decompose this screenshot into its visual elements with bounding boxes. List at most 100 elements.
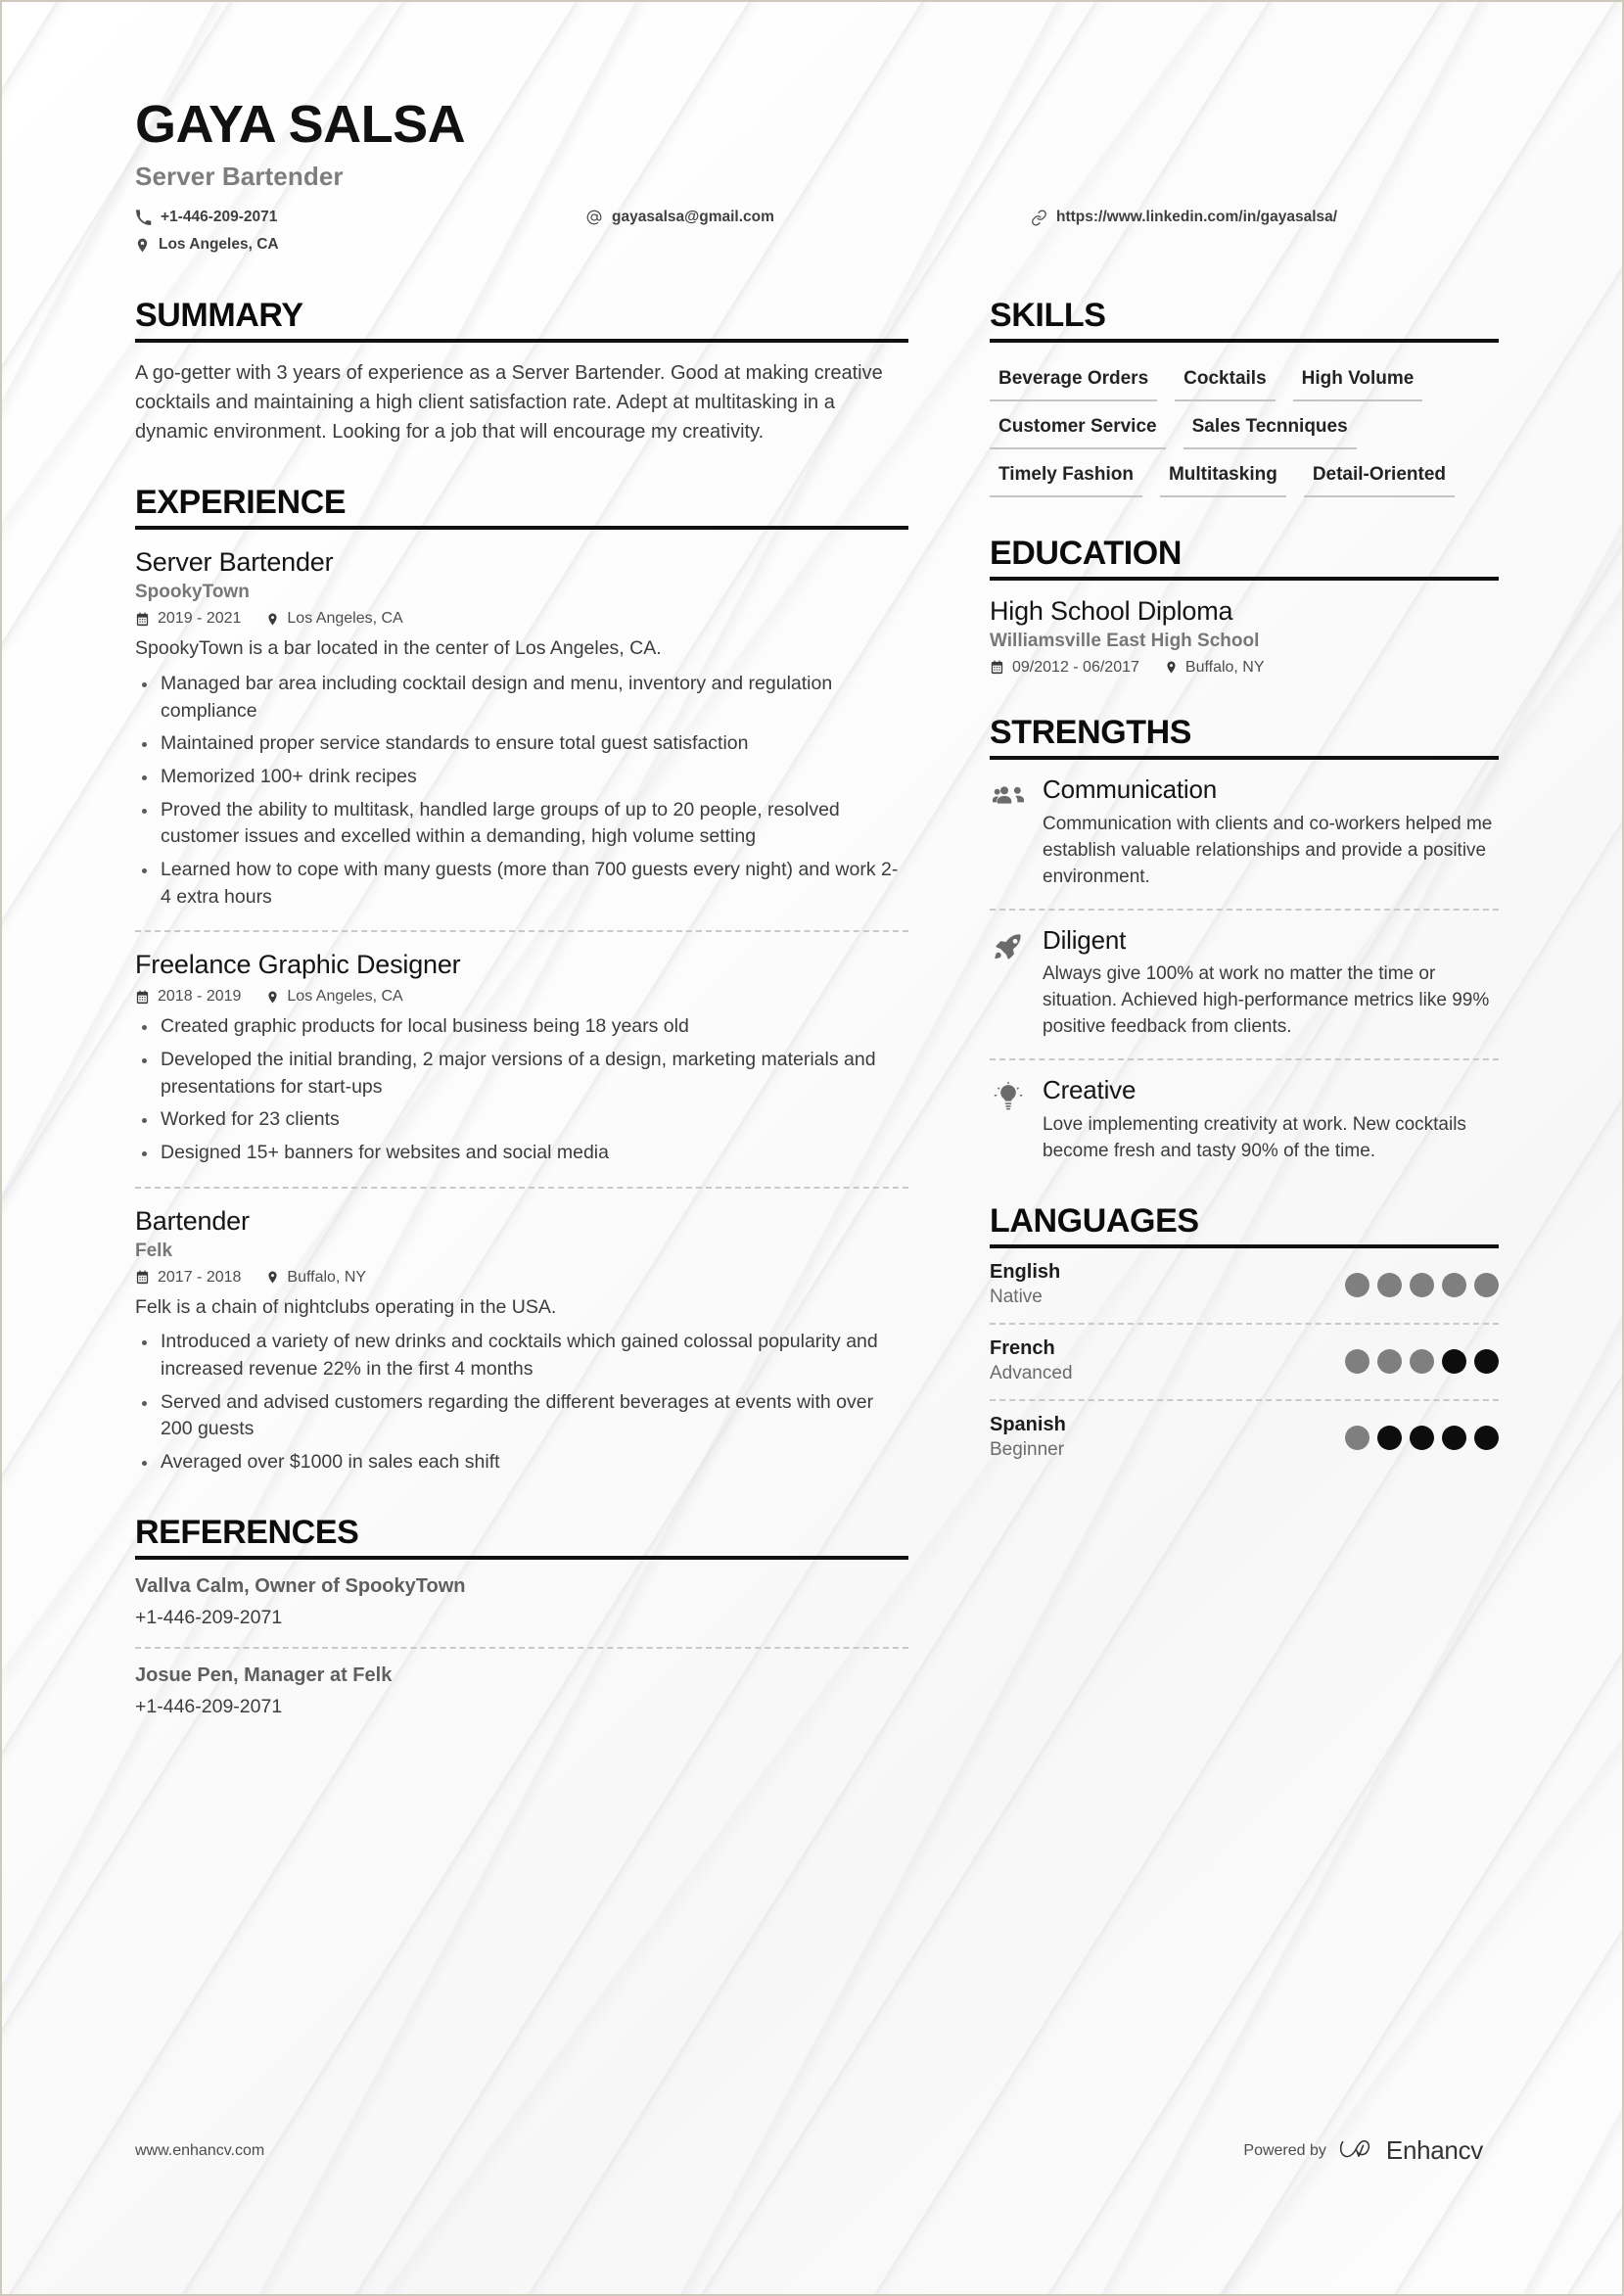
- strength-name: Creative: [1043, 1075, 1137, 1105]
- strength-name: Diligent: [1043, 924, 1127, 955]
- date-text: 09/2012 - 06/2017: [1012, 658, 1139, 676]
- experience-list: Server Bartender SpookyTown 2019 - 2021 Los…: [135, 530, 908, 1476]
- job-bullet-list: Managed bar area including cocktail desi…: [135, 671, 908, 912]
- job-location: Buffalo, NY: [1165, 659, 1265, 677]
- contact-linkedin[interactable]: https://www.linkedin.com/in/gayasalsa/: [1031, 209, 1483, 226]
- language-name: Spanish: [990, 1414, 1066, 1436]
- job-location: Los Angeles, CA: [266, 988, 403, 1006]
- contact-email[interactable]: gayasalsa@gmail.com: [585, 209, 1031, 226]
- rating-dot-filled: [1377, 1348, 1402, 1374]
- experience-entry: Bartender Felk 2017 - 2018 Buffalo, NY Felk …: [135, 1189, 908, 1476]
- skill-tag: Detail-Oriented: [1303, 456, 1456, 498]
- job-description: Felk is a chain of nightclubs operating …: [135, 1295, 557, 1318]
- job-bullet: Worked for 23 clients: [135, 1106, 908, 1134]
- skill-tag: Multitasking: [1159, 456, 1286, 498]
- section-languages: LANGUAGES English Native French Advanced Spa…: [990, 1204, 1499, 1461]
- calendar-icon: [990, 660, 1004, 675]
- skill-tag: Customer Service: [990, 408, 1166, 450]
- education-degree: High School Diploma: [990, 596, 1233, 627]
- job-title: Freelance Graphic Designer: [135, 950, 461, 980]
- reference-name: Vallva Calm, Owner of SpookyTown: [135, 1574, 466, 1597]
- education-divider: [990, 577, 1499, 582]
- location-text: Los Angeles, CA: [287, 988, 403, 1006]
- education-school: Williamsville East High School: [990, 630, 1260, 651]
- reference-phone: +1-446-209-2071: [135, 1606, 283, 1628]
- meta-row: 2019 - 2021 Los Angeles, CA: [135, 610, 908, 628]
- reference-entry: Vallva Calm, Owner of SpookyTown +1-446-2…: [135, 1560, 908, 1629]
- location-text: Buffalo, NY: [1184, 658, 1265, 676]
- powered-by-label: Powered by: [1243, 2141, 1326, 2159]
- languages-heading: LANGUAGES: [990, 1202, 1199, 1241]
- enhancv-logo-icon: [1339, 2134, 1378, 2167]
- date-range: 09/2012 - 06/2017: [990, 659, 1139, 677]
- job-bullet: Served and advised customers regarding t…: [135, 1389, 908, 1443]
- section-education: EDUCATION High School Diploma Williamsvil…: [990, 537, 1499, 676]
- job-company: Felk: [135, 1240, 173, 1261]
- location-text: Los Angeles, CA: [159, 236, 279, 254]
- education-entry: High School Diploma Williamsville East Hi…: [990, 595, 1499, 676]
- map-pin-icon: [266, 990, 279, 1005]
- language-info: French Advanced: [990, 1337, 1073, 1384]
- job-location: Los Angeles, CA: [266, 610, 403, 628]
- phone-text: +1-446-209-2071: [161, 209, 278, 226]
- job-company: SpookyTown: [135, 582, 250, 603]
- summary-heading: SUMMARY: [135, 297, 303, 335]
- job-bullet: Managed bar area including cocktail desi…: [135, 671, 908, 725]
- rating-dot-filled: [1345, 1348, 1369, 1374]
- languages-list: English Native French Advanced Spanish Beginn…: [990, 1248, 1499, 1461]
- rating-dot-empty: [1442, 1425, 1466, 1450]
- rating-dot-filled: [1442, 1272, 1466, 1297]
- rating-dot-filled: [1410, 1348, 1434, 1374]
- skills-list: Beverage Orders Cocktails High Volume Custo…: [990, 360, 1499, 498]
- job-bullet: Created graphic products for local busin…: [135, 1013, 908, 1041]
- job-bullet: Introduced a variety of new drinks and c…: [135, 1329, 908, 1382]
- resume-footer: www.enhancv.com Powered by Enhancv: [135, 2134, 1483, 2167]
- rating-dot-empty: [1377, 1425, 1402, 1450]
- resume-header: GAYA SALSA Server Bartender +1-446-209-2…: [135, 96, 1483, 254]
- language-rating: [1345, 1348, 1499, 1374]
- skill-tag: Beverage Orders: [990, 360, 1158, 402]
- section-strengths: STRENGTHS Communication Communication wit…: [990, 716, 1499, 1165]
- job-bullet: Averaged over $1000 in sales each shift: [135, 1449, 908, 1476]
- language-entry: Spanish Beginner: [990, 1401, 1499, 1461]
- job-bullet: Developed the initial branding, 2 major …: [135, 1047, 908, 1101]
- meta-row: 09/2012 - 06/2017 Buffalo, NY: [990, 659, 1499, 677]
- rating-dot-empty: [1474, 1348, 1499, 1374]
- contact-phone[interactable]: +1-446-209-2071: [135, 209, 585, 226]
- references-heading: REFERENCES: [135, 1513, 359, 1551]
- rating-dot-filled: [1345, 1272, 1369, 1297]
- skill-tag: Timely Fashion: [990, 456, 1142, 498]
- rating-dot-filled: [1410, 1272, 1434, 1297]
- strength-entry: Diligent Always give 100% at work no matt…: [990, 911, 1499, 1042]
- footer-url[interactable]: www.enhancv.com: [135, 2142, 264, 2160]
- job-bullet: Maintained proper service standards to e…: [135, 730, 908, 758]
- enhancv-wordmark: Enhancv: [1385, 2135, 1483, 2165]
- meta-row: 2017 - 2018 Buffalo, NY: [135, 1269, 908, 1287]
- rating-dot-filled: [1377, 1272, 1402, 1297]
- map-pin-icon: [1165, 660, 1178, 675]
- section-references: REFERENCES Vallva Calm, Owner of SpookyT…: [135, 1516, 908, 1718]
- candidate-role: Server Bartender: [135, 162, 344, 192]
- footer-branding: Powered by Enhancv: [1243, 2134, 1483, 2167]
- section-skills: SKILLS Beverage Orders Cocktails High Volu…: [990, 299, 1499, 498]
- strengths-heading: STRENGTHS: [990, 713, 1192, 751]
- lightbulb-icon: [990, 1076, 1027, 1165]
- language-rating: [1345, 1425, 1499, 1450]
- job-bullet: Designed 15+ banners for websites and so…: [135, 1140, 908, 1167]
- resume-page: GAYA SALSA Server Bartender +1-446-209-2…: [0, 0, 1624, 2296]
- reference-entry: Josue Pen, Manager at Felk +1-446-209-207…: [135, 1649, 908, 1718]
- language-level: Advanced: [990, 1363, 1073, 1384]
- language-level: Beginner: [990, 1439, 1065, 1461]
- job-bullet: Learned how to cope with many guests (mo…: [135, 857, 908, 911]
- experience-entry: Server Bartender SpookyTown 2019 - 2021 Los…: [135, 530, 908, 911]
- language-rating: [1345, 1272, 1499, 1297]
- reference-phone: +1-446-209-2071: [135, 1695, 283, 1717]
- date-range: 2018 - 2019: [135, 988, 241, 1006]
- contact-location: Los Angeles, CA: [135, 236, 585, 254]
- strength-body: Communication Communication with clients …: [1043, 774, 1499, 891]
- language-entry: French Advanced: [990, 1325, 1499, 1384]
- calendar-icon: [135, 990, 150, 1005]
- date-range: 2019 - 2021: [135, 610, 241, 628]
- section-summary: SUMMARY A go-getter with 3 years of expe…: [135, 299, 908, 446]
- job-bullet: Memorized 100+ drink recipes: [135, 764, 908, 791]
